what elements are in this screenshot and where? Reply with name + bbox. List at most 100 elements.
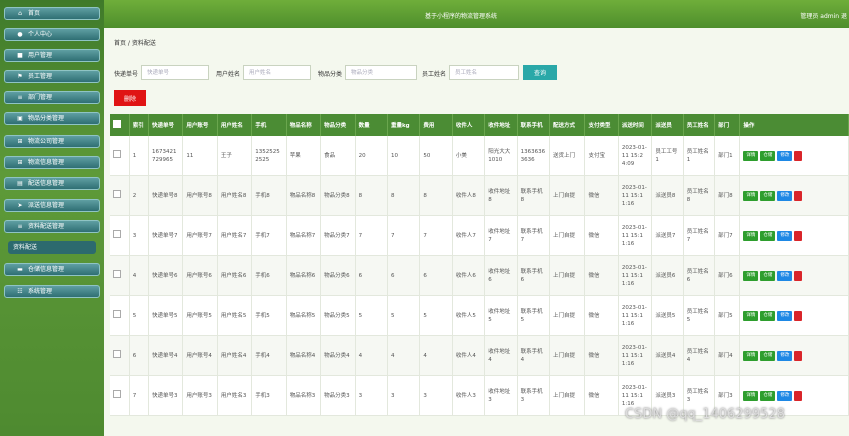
table-cell: 物品名称8 — [286, 175, 322, 216]
sidebar-item-13[interactable]: ☷ 系统管理 — [4, 285, 100, 298]
sidebar-item-11[interactable]: 资料配送 — [8, 241, 96, 254]
sidebar-item-9[interactable]: ➤ 派送信息管理 — [4, 199, 100, 212]
table-cell: 2023-01-11 15:11:16 — [618, 295, 653, 336]
table-cell: 小美 — [452, 136, 486, 176]
sidebar-item-7[interactable]: ⊞ 物流信息管理 — [4, 156, 100, 169]
sidebar-item-label: 派送信息管理 — [28, 202, 65, 209]
table-cell: 部门4 — [714, 335, 741, 376]
truck-icon: ▤ — [17, 180, 23, 187]
table-cell: 上门自提 — [549, 295, 586, 336]
table-cell: 2023-01-11 15:11:16 — [618, 255, 653, 296]
breadcrumb: 首页 / 资料配送 — [114, 40, 156, 47]
sidebar-item-0[interactable]: ⌂ 首页 — [4, 7, 100, 20]
table-cell: 3 — [129, 215, 149, 256]
detail-button[interactable]: 详情 — [743, 190, 759, 201]
search-button[interactable]: 查询 — [523, 65, 557, 80]
detail-button[interactable]: 详情 — [743, 230, 759, 241]
table-cell: 2023-01-11 15:11:16 — [618, 335, 653, 376]
storage-button[interactable]: 仓储 — [760, 310, 776, 321]
users-icon: ■ — [17, 52, 23, 59]
row-delete-button[interactable] — [794, 390, 803, 401]
edit-button[interactable]: 修改 — [777, 230, 793, 241]
detail-button[interactable]: 详情 — [743, 310, 759, 321]
row-checkbox[interactable] — [113, 190, 121, 198]
column-header: 费用 — [419, 114, 453, 136]
sidebar-item-8[interactable]: ▤ 配送信息管理 — [4, 177, 100, 190]
edit-button[interactable]: 修改 — [777, 390, 793, 401]
table-cell: 手机8 — [251, 175, 287, 216]
edit-button[interactable]: 修改 — [777, 190, 793, 201]
user-name-input[interactable] — [243, 65, 311, 80]
category-input[interactable] — [345, 65, 417, 80]
column-header: 员工姓名 — [683, 114, 716, 136]
table-cell: 7 — [355, 215, 389, 256]
table-cell: 1 — [129, 136, 149, 176]
edit-button[interactable]: 修改 — [777, 150, 793, 161]
detail-button[interactable]: 详情 — [743, 270, 759, 281]
table-cell: 收件人6 — [452, 255, 486, 296]
storage-button[interactable]: 仓储 — [760, 230, 776, 241]
row-delete-button[interactable] — [794, 270, 803, 281]
sidebar-item-3[interactable]: ⚑ 员工管理 — [4, 70, 100, 83]
row-delete-button[interactable] — [794, 310, 803, 321]
row-select-cell — [110, 295, 130, 336]
storage-button[interactable]: 仓储 — [760, 350, 776, 361]
row-delete-button[interactable] — [794, 230, 803, 241]
sidebar-item-5[interactable]: ▣ 物品分类管理 — [4, 112, 100, 125]
table-row: 5 快递单号5 用户账号5 用户姓名5 手机5 物品名称5 物品分类5 5 5 5 收件人5 收件地址… — [110, 295, 849, 336]
search-bar: 快递单号 用户姓名 物品分类 员工姓名 查询 — [114, 65, 844, 81]
employee-name-input[interactable] — [449, 65, 519, 80]
sidebar-item-label: 资料配送 — [13, 244, 38, 251]
tracking-number-input[interactable] — [141, 65, 209, 80]
row-checkbox[interactable] — [113, 150, 121, 158]
row-delete-button[interactable] — [794, 350, 803, 361]
sidebar-item-10[interactable]: ≡ 资料配送管理 — [4, 220, 100, 233]
column-header: 物品分类 — [320, 114, 356, 136]
row-checkbox[interactable] — [113, 310, 121, 318]
detail-button[interactable]: 详情 — [743, 390, 759, 401]
table-cell: 用户账号4 — [182, 335, 218, 376]
table-row: 3 快递单号7 用户账号7 用户姓名7 手机7 物品名称7 物品分类7 7 7 7 收件人7 收件地址… — [110, 215, 849, 256]
table-cell: 4 — [129, 255, 149, 296]
sidebar-item-label: 部门管理 — [28, 94, 53, 101]
row-delete-button[interactable] — [794, 190, 803, 201]
sidebar-item-2[interactable]: ■ 用户管理 — [4, 49, 100, 62]
sidebar-item-4[interactable]: ≡ 部门管理 — [4, 91, 100, 104]
row-select-cell — [110, 375, 130, 416]
table-cell: 5 — [129, 295, 149, 336]
select-all-checkbox[interactable] — [113, 120, 121, 128]
delete-button[interactable]: 删除 — [114, 90, 146, 106]
detail-button[interactable]: 详情 — [743, 150, 759, 161]
table-cell: 派送员5 — [651, 295, 684, 336]
column-header: 索引 — [129, 114, 149, 136]
table-cell: 收件地址7 — [484, 215, 518, 256]
table-cell: 用户账号6 — [182, 255, 218, 296]
row-checkbox[interactable] — [113, 230, 121, 238]
row-checkbox[interactable] — [113, 390, 121, 398]
sidebar-item-label: 物流信息管理 — [28, 159, 65, 166]
table-cell: 物品名称7 — [286, 215, 322, 256]
column-header: 用户姓名 — [217, 114, 253, 136]
table-cell: 员工工号1 — [651, 136, 684, 176]
user-info[interactable]: 管理员 admin 退 — [800, 11, 847, 20]
sidebar-item-6[interactable]: ⊞ 物流公司管理 — [4, 135, 100, 148]
table-cell: 员工姓名7 — [683, 215, 716, 256]
storage-button[interactable]: 仓储 — [760, 190, 776, 201]
edit-button[interactable]: 修改 — [777, 310, 793, 321]
detail-button[interactable]: 详情 — [743, 350, 759, 361]
edit-button[interactable]: 修改 — [777, 350, 793, 361]
table-cell: 收件地址3 — [484, 375, 518, 416]
storage-button[interactable]: 仓储 — [760, 390, 776, 401]
sidebar-item-12[interactable]: ▬ 仓储信息管理 — [4, 263, 100, 276]
row-checkbox[interactable] — [113, 270, 121, 278]
table-cell: 上门自提 — [549, 255, 586, 296]
sidebar-item-1[interactable]: ● 个人中心 — [4, 28, 100, 41]
table-cell: 部门5 — [714, 295, 741, 336]
sidebar-item-label: 个人中心 — [28, 31, 53, 38]
table-cell: 20 — [355, 136, 389, 176]
storage-button[interactable]: 仓储 — [760, 270, 776, 281]
row-checkbox[interactable] — [113, 350, 121, 358]
storage-button[interactable]: 仓储 — [760, 150, 776, 161]
row-delete-button[interactable] — [794, 150, 803, 161]
edit-button[interactable]: 修改 — [777, 270, 793, 281]
